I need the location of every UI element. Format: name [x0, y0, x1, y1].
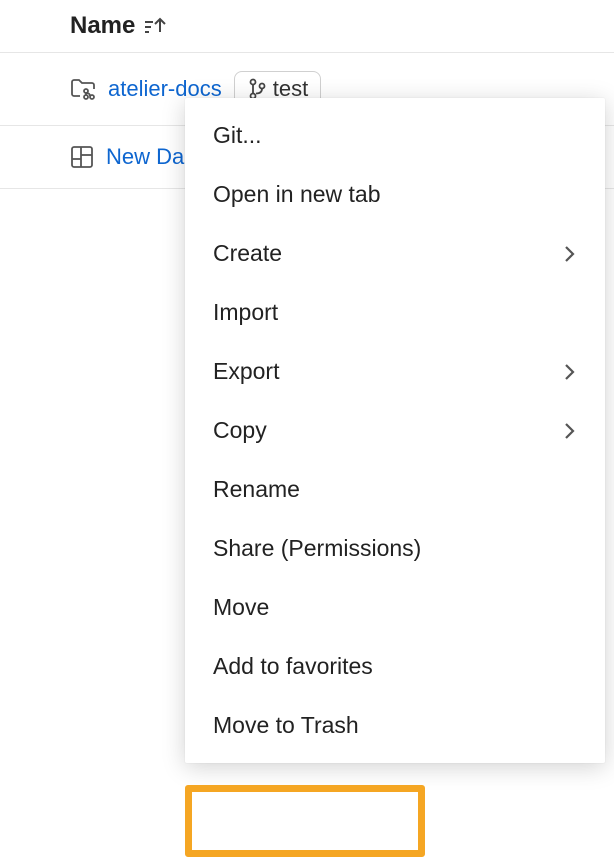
dashboard-icon	[70, 145, 94, 169]
menu-item-label: Git...	[213, 122, 262, 149]
menu-item-label: Add to favorites	[213, 653, 373, 680]
menu-item-label: Open in new tab	[213, 181, 381, 208]
menu-item-open-new-tab[interactable]: Open in new tab	[185, 165, 605, 224]
column-header-label: Name	[70, 12, 135, 40]
chevron-right-icon	[563, 244, 577, 264]
highlight-annotation	[185, 785, 425, 857]
menu-item-label: Export	[213, 358, 279, 385]
menu-item-move[interactable]: Move	[185, 578, 605, 637]
item-name[interactable]: New Da	[106, 144, 184, 170]
menu-item-add-favorites[interactable]: Add to favorites	[185, 637, 605, 696]
branch-icon	[247, 78, 267, 100]
menu-item-rename[interactable]: Rename	[185, 460, 605, 519]
context-menu: Git... Open in new tab Create Import Exp…	[185, 98, 605, 763]
column-header[interactable]: Name	[0, 0, 614, 53]
menu-item-label: Import	[213, 299, 278, 326]
menu-item-label: Rename	[213, 476, 300, 503]
menu-item-label: Copy	[213, 417, 267, 444]
menu-item-share-permissions[interactable]: Share (Permissions)	[185, 519, 605, 578]
menu-item-label: Share (Permissions)	[213, 535, 421, 562]
menu-item-copy[interactable]: Copy	[185, 401, 605, 460]
chevron-right-icon	[563, 421, 577, 441]
menu-item-git[interactable]: Git...	[185, 106, 605, 165]
menu-item-label: Move	[213, 594, 269, 621]
git-folder-icon	[70, 77, 96, 101]
menu-item-label: Create	[213, 240, 282, 267]
menu-item-label: Move to Trash	[213, 712, 359, 739]
menu-item-import[interactable]: Import	[185, 283, 605, 342]
chevron-right-icon	[563, 362, 577, 382]
menu-item-create[interactable]: Create	[185, 224, 605, 283]
menu-item-move-to-trash[interactable]: Move to Trash	[185, 696, 605, 755]
sort-icon[interactable]	[143, 16, 167, 36]
menu-item-export[interactable]: Export	[185, 342, 605, 401]
